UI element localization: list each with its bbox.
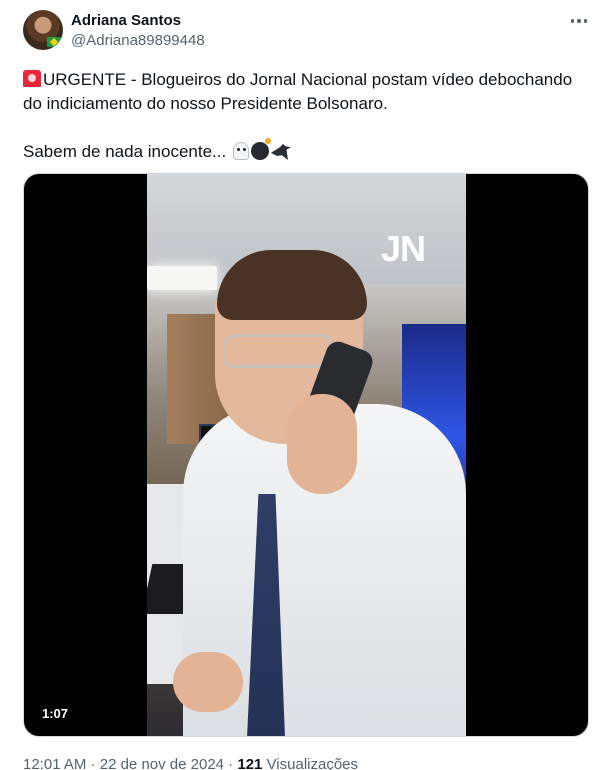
video-player[interactable]: JN 1:07 [23, 173, 589, 737]
tweet-time[interactable]: 12:01 AM [23, 756, 86, 770]
bird-emoji-icon [270, 144, 291, 160]
author-avatar[interactable] [23, 10, 63, 50]
tweet-text: URGENTE - Blogueiros do Jornal Nacional … [23, 68, 593, 164]
brazil-flag-icon [47, 37, 61, 47]
views-count: 121 [237, 756, 263, 770]
video-hand [287, 394, 357, 494]
meta-separator: · [86, 756, 100, 770]
more-options-icon[interactable] [568, 12, 590, 30]
author-handle[interactable]: @Adriana89899448 [71, 32, 205, 49]
tweet-date[interactable]: 22 de nov de 2024 [100, 756, 224, 770]
video-duration-badge: 1:07 [36, 704, 75, 723]
video-hand-lower [173, 652, 243, 712]
tweet-line-1: URGENTE - Blogueiros do Jornal Nacional … [23, 68, 593, 92]
video-person-glasses [223, 334, 333, 368]
video-person-hair [217, 250, 367, 320]
tweet-line-3: Sabem de nada inocente... [23, 138, 593, 164]
bomb-emoji-icon [250, 138, 271, 160]
jn-watermark: JN [381, 228, 426, 269]
tweet-line-3-text: Sabem de nada inocente... [23, 142, 227, 161]
tweet-line-2: do indiciamento do nosso Presidente Bols… [23, 94, 388, 113]
author-display-name[interactable]: Adriana Santos [71, 12, 181, 29]
tweet-meta: 12:01 AM · 22 de nov de 2024 · 121 Visua… [23, 756, 358, 770]
siren-emoji-icon [23, 70, 41, 87]
meta-separator-2: · [224, 756, 238, 770]
tweet-card: Adriana Santos @Adriana89899448 URGENTE … [0, 0, 609, 770]
tweet-line-1-text: URGENTE - Blogueiros do Jornal Nacional … [43, 70, 573, 89]
ghost-emoji-icon [232, 142, 249, 160]
views-label: Visualizações [266, 756, 359, 770]
video-ceiling-light [147, 266, 217, 290]
video-frame: JN [147, 174, 466, 736]
